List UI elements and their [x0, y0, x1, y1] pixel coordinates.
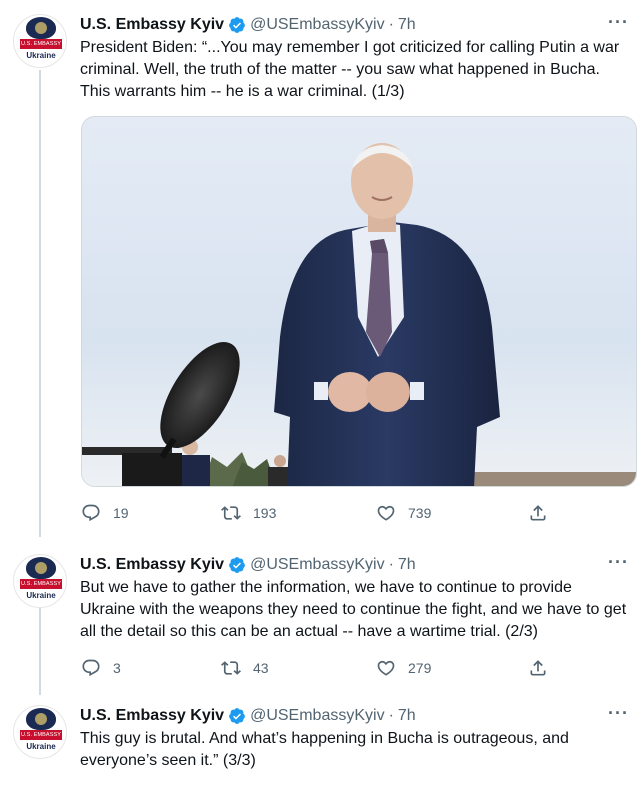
separator: ·: [388, 707, 394, 724]
embassy-seal-icon: [26, 557, 56, 579]
like-button[interactable]: 739: [376, 503, 431, 523]
like-button[interactable]: 279: [376, 658, 431, 678]
avatar[interactable]: U.S. EMBASSY Ukraine: [13, 705, 67, 759]
more-icon[interactable]: ···: [608, 12, 629, 33]
like-count: 739: [408, 505, 432, 521]
share-icon: [530, 660, 546, 676]
share-button[interactable]: [528, 658, 548, 678]
retweet-icon: [221, 661, 241, 675]
avatar-banner: U.S. EMBASSY: [20, 39, 62, 49]
verified-badge-icon: [229, 557, 245, 573]
photo-illustration: [82, 117, 636, 486]
avatar-banner: U.S. EMBASSY: [20, 730, 62, 740]
handle[interactable]: @USEmbassyKyiv: [250, 707, 385, 725]
share-button[interactable]: [528, 503, 548, 523]
reply-button[interactable]: 3: [81, 658, 121, 678]
share-icon: [530, 505, 546, 521]
like-count: 279: [408, 660, 432, 676]
tweet-text: President Biden: “...You may remember I …: [80, 39, 620, 100]
reply-icon: [82, 659, 100, 677]
more-icon[interactable]: ···: [608, 552, 629, 573]
reply-button[interactable]: 19: [81, 503, 129, 523]
timestamp[interactable]: 7h: [398, 556, 416, 574]
tweet-text: But we have to gather the information, w…: [80, 579, 627, 640]
thread-line: [39, 70, 41, 537]
embassy-seal-icon: [26, 17, 56, 39]
tweet-photo[interactable]: [81, 116, 637, 487]
retweet-button[interactable]: 193: [221, 503, 276, 523]
retweet-icon: [221, 506, 241, 520]
avatar-country: Ukraine: [26, 591, 56, 600]
retweet-count: 43: [253, 660, 269, 676]
avatar-banner: U.S. EMBASSY: [20, 579, 62, 589]
thread-line: [39, 603, 41, 695]
separator: ·: [388, 556, 394, 573]
handle[interactable]: @USEmbassyKyiv: [250, 16, 385, 34]
reply-count: 19: [113, 505, 129, 521]
avatar-country: Ukraine: [26, 51, 56, 60]
more-icon[interactable]: ···: [608, 703, 629, 724]
handle[interactable]: @USEmbassyKyiv: [250, 556, 385, 574]
tweet-text: This guy is brutal. And what’s happening…: [80, 730, 569, 769]
avatar[interactable]: U.S. EMBASSY Ukraine: [13, 554, 67, 608]
verified-badge-icon: [229, 17, 245, 33]
avatar-country: Ukraine: [26, 742, 56, 751]
verified-badge-icon: [229, 708, 245, 724]
reply-count: 3: [113, 660, 121, 676]
retweet-button[interactable]: 43: [221, 658, 269, 678]
timestamp[interactable]: 7h: [398, 707, 416, 725]
separator: ·: [388, 16, 394, 33]
timestamp[interactable]: 7h: [398, 16, 416, 34]
display-name[interactable]: U.S. Embassy Kyiv: [80, 16, 224, 34]
embassy-seal-icon: [26, 708, 56, 730]
display-name[interactable]: U.S. Embassy Kyiv: [80, 707, 224, 725]
retweet-count: 193: [253, 505, 277, 521]
display-name[interactable]: U.S. Embassy Kyiv: [80, 556, 224, 574]
like-icon: [377, 505, 395, 521]
avatar[interactable]: U.S. EMBASSY Ukraine: [13, 14, 67, 68]
like-icon: [377, 660, 395, 676]
reply-icon: [82, 504, 100, 522]
